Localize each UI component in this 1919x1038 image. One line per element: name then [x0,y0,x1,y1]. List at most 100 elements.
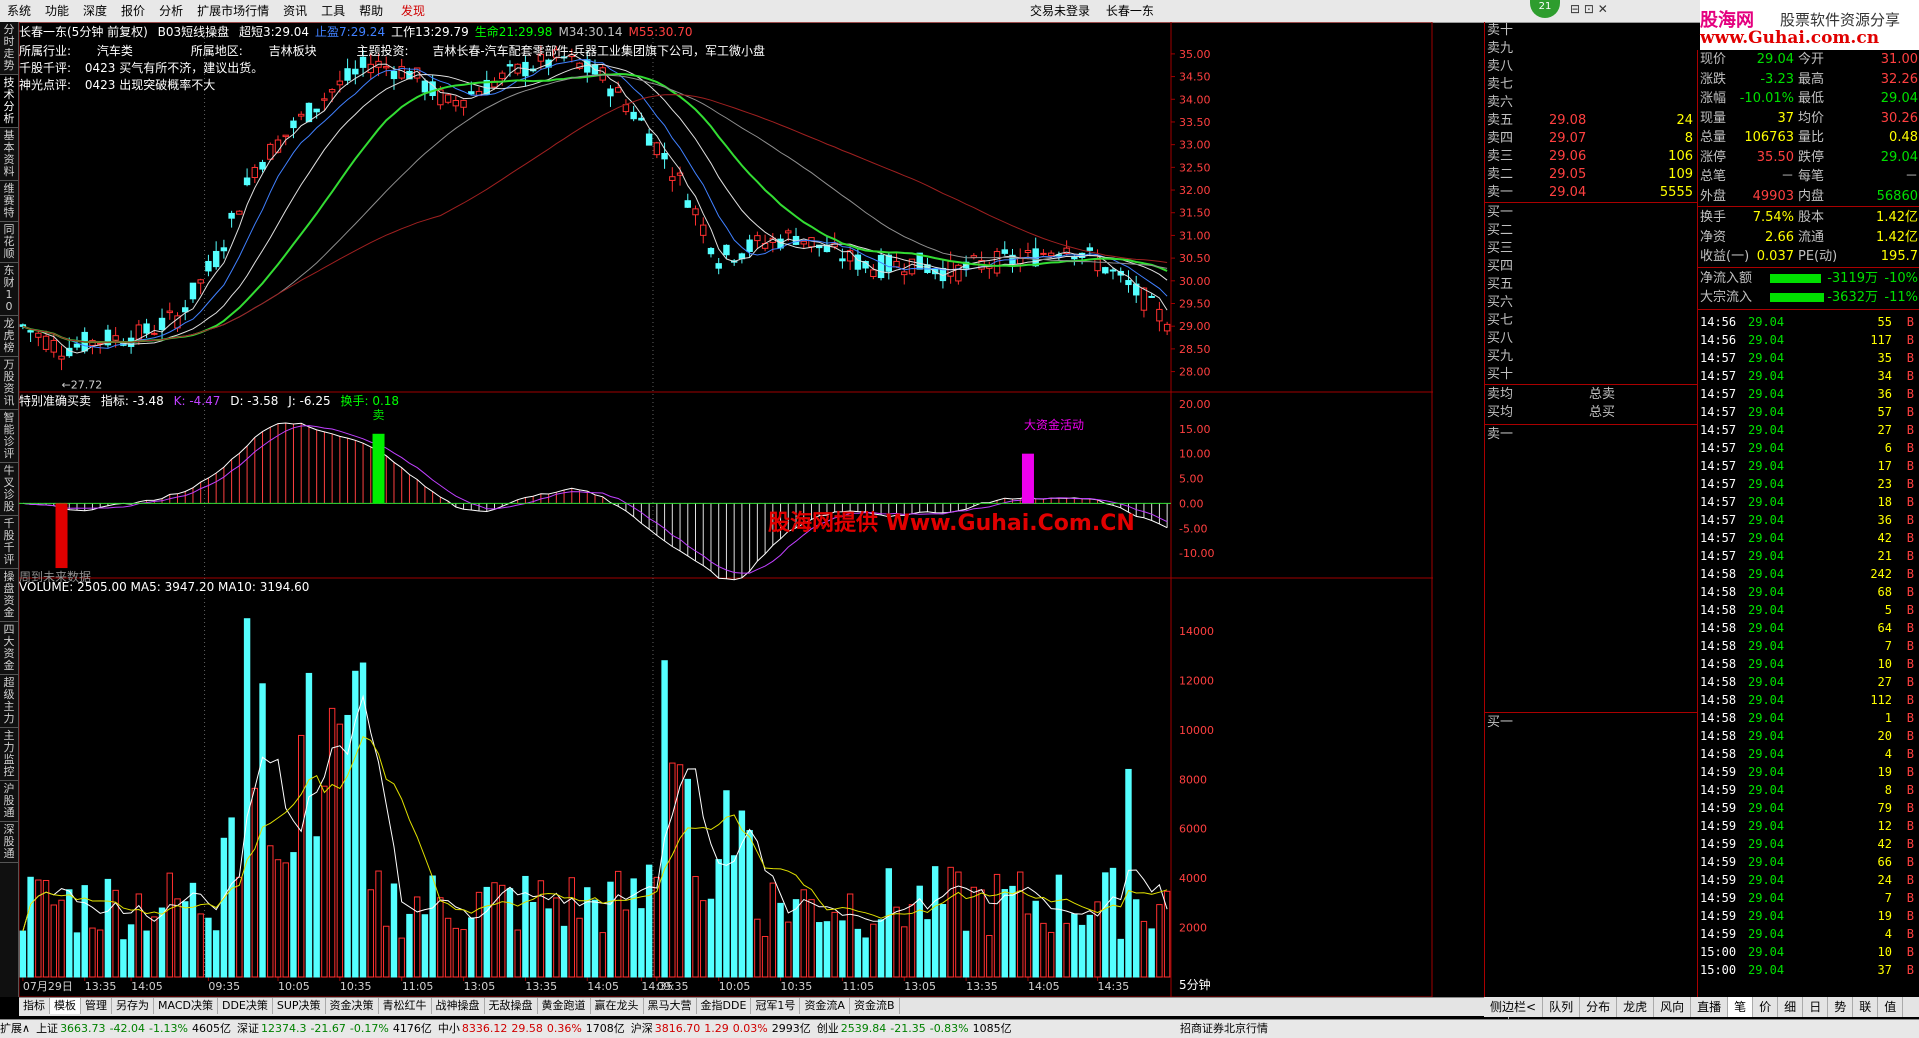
buy-row-6[interactable]: 买七 [1485,312,1697,329]
template-tab-8[interactable]: 青松红牛 [379,998,432,1014]
sell-row-0[interactable]: 卖十 [1485,22,1697,39]
buy-row-4[interactable]: 买五 [1485,276,1697,293]
index-change: -21.35 [890,1022,926,1035]
left-tab-8[interactable]: 智能诊评 [0,410,18,463]
left-tab-14[interactable]: 主力监控 [0,728,18,781]
right-tab-0[interactable]: 侧边栏< [1484,997,1544,1017]
window-controls[interactable]: ⊟ ⊡ ✕ [1570,2,1608,16]
template-tab-2[interactable]: 管理 [81,998,112,1014]
tick-row: 15:00 29.04 10 B [1698,943,1919,961]
template-tab-6[interactable]: SUP决策 [273,998,326,1014]
template-tab-12[interactable]: 赢在龙头 [591,998,644,1014]
left-tab-2[interactable]: 基本资料 [0,128,18,181]
template-tab-16[interactable]: 资金流A [800,998,850,1014]
left-tab-9[interactable]: 牛叉诊股 [0,463,18,516]
volume-bar [746,830,753,978]
left-tab-4[interactable]: 同花顺 [0,222,18,263]
right-tab-2[interactable]: 分布 [1580,997,1618,1017]
index-3[interactable]: 沪深 3816.70 1.29 0.03% 2993亿 [631,1020,811,1038]
extension-toggle[interactable]: 扩展∧ [0,1020,30,1038]
buy-row-0[interactable]: 买一 [1485,204,1697,221]
index-1[interactable]: 深证 12374.3 -21.67 -0.17% 4176亿 [237,1020,432,1038]
template-tab-11[interactable]: 黄金跑道 [538,998,591,1014]
template-tab-3[interactable]: 另存为 [112,998,154,1014]
template-tab-7[interactable]: 资金决策 [326,998,379,1014]
left-tab-13[interactable]: 超级主力 [0,675,18,728]
buy-row-9[interactable]: 买十 [1485,366,1697,383]
template-tab-15[interactable]: 冠军1号 [751,998,801,1014]
left-tab-16[interactable]: 深股通 [0,822,18,863]
tick-time: 14:57 [1700,350,1737,365]
template-tab-0[interactable]: 指标 [19,998,50,1014]
template-tab-13[interactable]: 黑马大营 [644,998,697,1014]
menu-item-7[interactable]: 工具 [314,0,352,22]
buy-row-8[interactable]: 买九 [1485,348,1697,365]
right-tab-3[interactable]: 龙虎 [1617,997,1655,1017]
right-tab-11[interactable]: 联 [1853,997,1879,1017]
template-tab-5[interactable]: DDE决策 [218,998,273,1014]
index-4[interactable]: 创业 2539.84 -21.35 -0.83% 1085亿 [817,1020,1012,1038]
left-tab-1[interactable]: 技术分析 [0,75,18,128]
right-tab-7[interactable]: 价 [1753,997,1779,1017]
index-2[interactable]: 中小 8336.12 29.58 0.36% 1708亿 [438,1020,625,1038]
buy-row-1[interactable]: 买二 [1485,222,1697,239]
menu-item-1[interactable]: 功能 [38,0,76,22]
left-tab-10[interactable]: 千股千评 [0,516,18,569]
sell-row-9[interactable]: 卖一 29.04 5555 [1485,184,1697,201]
sell-row-2[interactable]: 卖八 [1485,58,1697,75]
menu-item-2[interactable]: 深度 [76,0,114,22]
menu-item-4[interactable]: 分析 [152,0,190,22]
menu-item-5[interactable]: 扩展市场行情 [190,0,276,22]
menu-item-0[interactable]: 系统 [0,0,38,22]
sell-row-1[interactable]: 卖九 [1485,40,1697,57]
buy-row-7[interactable]: 买八 [1485,330,1697,347]
sell-row-3[interactable]: 卖七 [1485,76,1697,93]
indicator-value: 指标: -3.48 [100,394,164,408]
left-tab-7[interactable]: 万股资讯 [0,357,18,410]
template-tab-9[interactable]: 战神操盘 [432,998,485,1014]
chart-formula-name[interactable]: B03短线操盘 [158,25,230,39]
left-tab-0[interactable]: 分时走势 [0,22,18,75]
right-tab-8[interactable]: 细 [1778,997,1804,1017]
right-tab-9[interactable]: 日 [1803,997,1829,1017]
menu-item-8[interactable]: 帮助 [352,0,390,22]
right-tab-1[interactable]: 队列 [1543,997,1581,1017]
left-tab-3[interactable]: 维赛特 [0,181,18,222]
right-tab-6[interactable]: 笔 [1728,997,1754,1017]
buy-row-3[interactable]: 买四 [1485,258,1697,275]
buy-row-2[interactable]: 买三 [1485,240,1697,257]
period-label[interactable]: 5分钟 [1179,976,1211,993]
right-tab-4[interactable]: 风向 [1654,997,1692,1017]
right-tab-5[interactable]: 直播 [1691,997,1729,1017]
tick-price: 29.04 [1748,800,1785,815]
sell-row-6[interactable]: 卖四 29.07 8 [1485,130,1697,147]
tick-row: 14:56 29.04 55 B [1698,313,1919,331]
left-tab-6[interactable]: 龙虎榜 [0,316,18,357]
indicator-name[interactable]: 特别准确买卖 [19,394,91,408]
menu-item-6[interactable]: 资讯 [276,0,314,22]
template-tab-17[interactable]: 资金流B [850,998,900,1014]
sell-row-4[interactable]: 卖六 [1485,94,1697,111]
kline-chart-svg[interactable]: 28.00 28.50 29.00 29.50 30.00 30.50 31.00 31.50… [19,22,1433,997]
buy-row-5[interactable]: 买六 [1485,294,1697,311]
template-tab-14[interactable]: 金指DDE [697,998,752,1014]
trade-login-status[interactable]: 交易未登录 [1030,4,1090,18]
left-tab-5[interactable]: 东财10 [0,263,18,316]
sell-row-8[interactable]: 卖二 29.05 109 [1485,166,1697,183]
index-0[interactable]: 上证 3663.73 -42.04 -1.13% 4605亿 [36,1020,231,1038]
right-tab-10[interactable]: 势 [1828,997,1854,1017]
template-tab-10[interactable]: 无敌操盘 [485,998,538,1014]
left-tab-11[interactable]: 操盘资金 [0,569,18,622]
left-tab-15[interactable]: 沪股通 [0,781,18,822]
chart-area[interactable]: 28.00 28.50 29.00 29.50 30.00 30.50 31.00 31.50… [19,22,1433,997]
right-tab-12[interactable]: 值 [1878,997,1904,1017]
sell-row-5[interactable]: 卖五 29.08 24 [1485,112,1697,129]
template-tab-4[interactable]: MACD决策 [154,998,218,1014]
sell-label: 卖二 [1487,167,1514,182]
quote-value: 35.50 [1756,149,1794,165]
template-tab-1[interactable]: 模板 [50,998,81,1014]
menu-discover[interactable]: 发现 [394,0,432,22]
menu-item-3[interactable]: 报价 [114,0,152,22]
left-tab-12[interactable]: 四大资金 [0,622,18,675]
sell-row-7[interactable]: 卖三 29.06 106 [1485,148,1697,165]
